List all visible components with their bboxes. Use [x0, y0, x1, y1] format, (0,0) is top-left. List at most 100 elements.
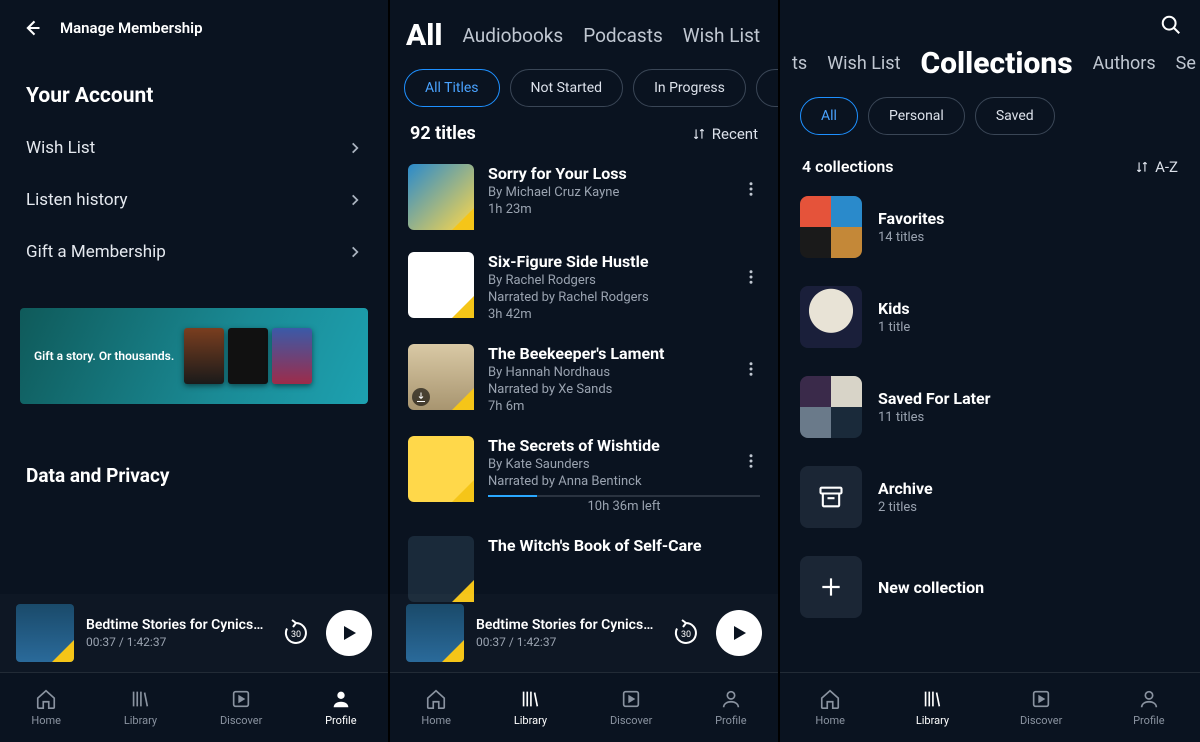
nav-discover[interactable]: Discover — [220, 688, 262, 727]
discover-icon — [230, 688, 252, 710]
tab-authors[interactable]: Authors — [1093, 53, 1156, 74]
chip-all[interactable]: All — [800, 97, 858, 135]
account-row-wishlist[interactable]: Wish List — [0, 122, 388, 174]
book-cover[interactable] — [408, 344, 474, 410]
player-cover[interactable] — [16, 604, 74, 662]
book-row[interactable]: The Secrets of WishtideBy Kate SaundersN… — [390, 424, 778, 524]
tab-all[interactable]: All — [406, 18, 443, 53]
collection-subtitle: 2 titles — [878, 500, 933, 515]
collection-cover — [800, 466, 862, 528]
collection-subtitle: 1 title — [878, 320, 910, 335]
collection-row[interactable]: Favorites14 titles — [780, 182, 1200, 272]
tab-cut-left[interactable]: ts — [792, 53, 807, 74]
account-row-listen-history[interactable]: Listen history — [0, 174, 388, 226]
book-row[interactable]: Sorry for Your Loss By Michael Cruz Kayne… — [390, 152, 778, 240]
tab-cut-right[interactable]: Se — [1176, 53, 1196, 74]
sort-label: A-Z — [1155, 158, 1178, 176]
collection-row[interactable]: Archive2 titles — [780, 452, 1200, 542]
nav-home[interactable]: Home — [421, 688, 451, 727]
book-duration: 3h 42m — [488, 307, 760, 322]
nav-library[interactable]: Library — [916, 688, 949, 727]
chip-not-started[interactable]: Not Started — [510, 69, 624, 107]
nav-home[interactable]: Home — [815, 688, 845, 727]
tab-wishlist[interactable]: Wish List — [827, 53, 900, 74]
book-row[interactable]: The Beekeeper's LamentBy Hannah Nordhaus… — [390, 332, 778, 424]
collection-cover — [800, 376, 862, 438]
tab-wishlist[interactable]: Wish List — [683, 24, 760, 47]
play-button[interactable] — [716, 610, 762, 656]
library-icon — [129, 688, 151, 710]
profile-icon — [1138, 688, 1160, 710]
title-count: 92 titles — [410, 123, 476, 144]
chip-personal[interactable]: Personal — [868, 97, 965, 135]
back-arrow-icon[interactable] — [22, 18, 42, 38]
chip-downloaded-cut[interactable]: Dov — [756, 69, 778, 107]
home-icon — [35, 688, 57, 710]
new-collection-row[interactable]: New collection — [780, 542, 1200, 632]
bottom-nav: Home Library Discover Profile — [390, 672, 778, 742]
chip-saved[interactable]: Saved — [975, 97, 1055, 135]
nav-label: Library — [916, 714, 949, 727]
panel-library: All Audiobooks Podcasts Wish List Co All… — [390, 0, 780, 742]
chip-in-progress[interactable]: In Progress — [633, 69, 746, 107]
row-label: Gift a Membership — [26, 242, 166, 262]
nav-library[interactable]: Library — [514, 688, 547, 727]
rewind-30-button[interactable]: 30 — [668, 615, 704, 651]
nav-discover[interactable]: Discover — [610, 688, 652, 727]
svg-text:30: 30 — [291, 630, 301, 640]
nav-home[interactable]: Home — [31, 688, 61, 727]
kebab-menu-icon[interactable] — [742, 360, 760, 378]
kebab-menu-icon[interactable] — [742, 452, 760, 470]
book-cover[interactable] — [408, 164, 474, 230]
collection-row[interactable]: Saved For Later11 titles — [780, 362, 1200, 452]
nav-profile[interactable]: Profile — [715, 688, 746, 727]
library-icon — [519, 688, 541, 710]
tab-podcasts[interactable]: Podcasts — [583, 24, 663, 47]
top-tabs: All Audiobooks Podcasts Wish List Co — [390, 0, 778, 63]
book-cover[interactable] — [408, 436, 474, 502]
book-cover[interactable] — [408, 536, 474, 602]
kebab-menu-icon[interactable] — [742, 180, 760, 198]
player-time: 00:37 / 1:42:37 — [476, 635, 656, 649]
book-author: By Michael Cruz Kayne — [488, 185, 760, 200]
gift-banner[interactable]: Gift a story. Or thousands. — [20, 308, 368, 404]
player-cover[interactable] — [406, 604, 464, 662]
kebab-menu-icon[interactable] — [742, 268, 760, 286]
book-title: The Secrets of Wishtide — [488, 436, 760, 455]
nav-discover[interactable]: Discover — [1020, 688, 1062, 727]
chevron-right-icon — [348, 245, 362, 259]
collection-cover — [800, 286, 862, 348]
header-title: Manage Membership — [60, 19, 203, 37]
add-collection-button[interactable] — [800, 556, 862, 618]
sort-button[interactable]: Recent — [692, 125, 758, 143]
mini-player[interactable]: Bedtime Stories for Cynics | O 00:37 / 1… — [0, 594, 388, 672]
nav-profile[interactable]: Profile — [325, 688, 356, 727]
book-cover[interactable] — [408, 252, 474, 318]
collection-row[interactable]: Kids1 title — [780, 272, 1200, 362]
your-account-heading: Your Account — [0, 44, 388, 122]
sort-button[interactable]: A-Z — [1135, 158, 1178, 176]
tab-collections[interactable]: Collections — [920, 46, 1072, 81]
mini-player[interactable]: Bedtime Stories for Cynics | O 00:37 / 1… — [390, 594, 778, 672]
rewind-30-button[interactable]: 30 — [278, 615, 314, 651]
book-row[interactable]: Six-Figure Side HustleBy Rachel RodgersN… — [390, 240, 778, 332]
nav-label: Discover — [610, 714, 652, 727]
nav-library[interactable]: Library — [124, 688, 157, 727]
account-row-gift[interactable]: Gift a Membership — [0, 226, 388, 278]
search-icon[interactable] — [1160, 14, 1182, 36]
chevron-right-icon — [348, 193, 362, 207]
panel-profile: Manage Membership Your Account Wish List… — [0, 0, 390, 742]
collection-subtitle: 11 titles — [878, 410, 991, 425]
home-icon — [819, 688, 841, 710]
download-icon — [412, 388, 430, 406]
filter-chips: All Personal Saved — [780, 91, 1200, 151]
nav-profile[interactable]: Profile — [1133, 688, 1164, 727]
tab-audiobooks[interactable]: Audiobooks — [463, 24, 564, 47]
collection-subtitle: 14 titles — [878, 230, 944, 245]
play-button[interactable] — [326, 610, 372, 656]
banner-text: Gift a story. Or thousands. — [34, 349, 174, 363]
book-title: Sorry for Your Loss — [488, 164, 760, 183]
book-duration: 10h 36m left — [488, 499, 760, 514]
book-narrator: Narrated by Rachel Rodgers — [488, 290, 760, 305]
chip-all-titles[interactable]: All Titles — [404, 69, 500, 107]
